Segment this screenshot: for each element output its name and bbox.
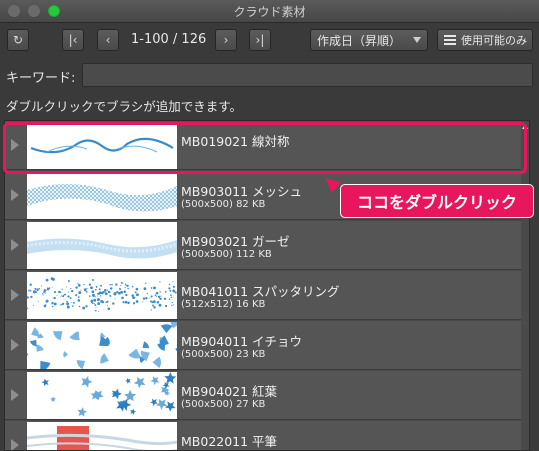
first-page-button[interactable]: |‹	[62, 29, 84, 51]
brush-thumbnail	[27, 222, 177, 269]
first-page-icon: |‹	[69, 33, 78, 47]
expand-arrow-icon[interactable]	[11, 139, 19, 151]
list-item[interactable]: MB041011 スパッタリング (512x512) 16 KB	[5, 271, 521, 320]
sort-dropdown[interactable]: 作成日（昇順）	[310, 29, 428, 51]
item-meta: (500x500) 82 KB	[181, 199, 265, 210]
last-page-button[interactable]: ›|	[249, 29, 271, 51]
brush-thumbnail	[27, 372, 177, 419]
list-item[interactable]: MB022011 平筆	[5, 421, 521, 451]
list-item[interactable]: MB903021 ガーゼ (500x500) 112 KB	[5, 221, 521, 270]
usable-only-label: 使用可能のみ	[461, 32, 527, 48]
item-meta: (500x500) 112 KB	[181, 249, 272, 260]
item-meta: (512x512) 16 KB	[181, 299, 265, 310]
expand-arrow-icon[interactable]	[11, 289, 19, 301]
list-item[interactable]: MB904011 イチョウ (500x500) 23 KB	[5, 321, 521, 370]
expand-arrow-icon[interactable]	[11, 189, 19, 201]
scroll-up-icon[interactable]	[522, 124, 528, 129]
toolbar: ↻ |‹ ‹ 1-100 / 126 › ›| 作成日（昇順） 使用可能のみ	[0, 26, 539, 56]
keyword-input[interactable]	[82, 63, 533, 87]
scrollbar[interactable]	[521, 121, 529, 450]
expand-arrow-icon[interactable]	[11, 239, 19, 251]
item-name: MB904011 イチョウ	[181, 331, 302, 350]
list-item[interactable]: MB019021 線対称	[5, 121, 521, 170]
brush-thumbnail	[27, 422, 177, 451]
item-name: MB903011 メッシュ	[181, 181, 302, 200]
next-page-button[interactable]: ›	[215, 29, 237, 51]
brush-thumbnail	[27, 172, 177, 219]
refresh-button[interactable]: ↻	[7, 29, 29, 51]
brush-thumbnail	[27, 322, 177, 369]
item-meta: (500x500) 23 KB	[181, 349, 265, 360]
list-icon	[444, 35, 456, 45]
refresh-icon: ↻	[13, 33, 23, 47]
expand-arrow-icon[interactable]	[11, 389, 19, 401]
material-list: MB019021 線対称 MB903011 メッシュ (500x500) 82 …	[4, 120, 530, 451]
item-name: MB904021 紅葉	[181, 381, 277, 400]
item-name: MB022011 平筆	[181, 431, 277, 450]
expand-arrow-icon[interactable]	[11, 439, 19, 451]
usable-only-button[interactable]: 使用可能のみ	[437, 29, 533, 51]
chevron-down-icon	[413, 37, 421, 43]
item-name: MB019021 線対称	[181, 131, 290, 150]
previous-page-icon: ‹	[106, 33, 111, 47]
item-meta: (500x500) 27 KB	[181, 399, 265, 410]
title-bar: クラウド素材	[0, 0, 539, 23]
brush-thumbnail	[27, 122, 177, 169]
annotation-callout: ココをダブルクリック	[340, 184, 534, 218]
item-name: MB903021 ガーゼ	[181, 231, 290, 250]
item-name: MB041011 スパッタリング	[181, 281, 340, 300]
previous-page-button[interactable]: ‹	[97, 29, 119, 51]
pager-text: 1-100 / 126	[131, 32, 206, 47]
brush-thumbnail	[27, 272, 177, 319]
window-title: クラウド素材	[0, 3, 539, 20]
list-item[interactable]: MB904021 紅葉 (500x500) 27 KB	[5, 371, 521, 420]
expand-arrow-icon[interactable]	[11, 339, 19, 351]
sort-label: 作成日（昇順）	[317, 32, 401, 49]
keyword-label: キーワード:	[6, 67, 75, 86]
hint-text: ダブルクリックでブラシが追加できます。	[6, 96, 242, 115]
last-page-icon: ›|	[256, 33, 265, 47]
next-page-icon: ›	[224, 33, 229, 47]
